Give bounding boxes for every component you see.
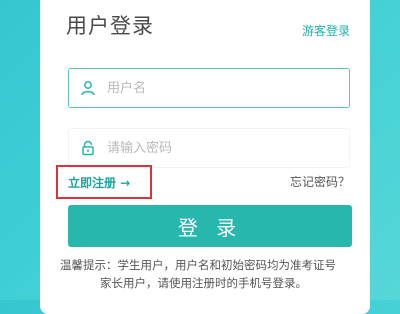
password-input[interactable] — [105, 139, 339, 157]
login-tip: 温馨提示：学生用户，用户名和初始密码均为准考证号 家长用户，请使用注册时的手机号… — [60, 256, 360, 292]
username-input[interactable] — [105, 79, 339, 97]
tip-line-1: 温馨提示：学生用户，用户名和初始密码均为准考证号 — [60, 258, 336, 272]
username-field[interactable] — [68, 68, 350, 108]
page-title: 用户登录 — [66, 14, 154, 38]
lock-icon — [79, 139, 97, 157]
login-card: 用户登录 游客登录 立即注册 → 忘记密码？ 登 录 温馨提示：学生用户，用户名… — [40, 0, 370, 314]
password-field[interactable] — [68, 128, 350, 168]
user-icon — [79, 79, 97, 97]
register-link[interactable]: 立即注册 → — [56, 165, 152, 199]
login-button[interactable]: 登 录 — [68, 205, 352, 247]
guest-login-link[interactable]: 游客登录 — [302, 22, 350, 39]
tip-line-2: 家长用户，请使用注册时的手机号登录。 — [100, 276, 307, 290]
forgot-password-link[interactable]: 忘记密码？ — [290, 173, 350, 190]
